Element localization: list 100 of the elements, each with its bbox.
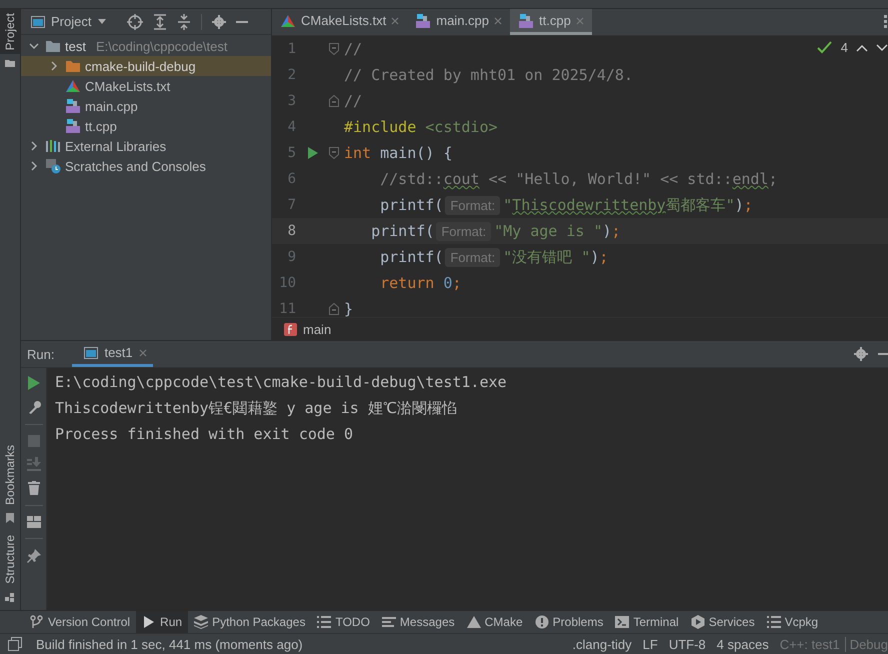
hexagon-play-icon — [690, 615, 705, 629]
inlay-hint: Format: — [445, 248, 500, 266]
play-icon — [142, 615, 156, 629]
panel-label: Run: — [26, 346, 56, 362]
run-icon[interactable] — [28, 376, 40, 390]
check-icon — [816, 40, 833, 54]
fold-icon[interactable] — [329, 43, 339, 55]
folder-path: E:\coding\cppcode\test — [96, 38, 228, 54]
function-icon — [284, 322, 297, 336]
tree-row[interactable]: External Libraries — [21, 136, 271, 156]
layers-icon — [194, 615, 208, 629]
library-icon — [45, 139, 61, 153]
list-icon — [317, 615, 332, 629]
triangle-icon — [65, 79, 81, 93]
tool-tab[interactable]: Python Packages — [188, 611, 312, 633]
tree-row[interactable]: cmake-build-debug — [21, 56, 271, 76]
cpp-file-icon — [415, 14, 432, 28]
layout-icon[interactable] — [26, 516, 40, 528]
lines-icon — [382, 615, 396, 629]
status-message: Build finished in 1 sec, 441 ms (moments ago) — [36, 636, 303, 652]
branch-icon — [30, 615, 44, 629]
window-icon — [31, 16, 45, 28]
close-icon[interactable] — [391, 16, 400, 24]
trash-icon[interactable] — [28, 481, 40, 495]
triangle-icon — [466, 615, 481, 629]
fold-end-icon[interactable] — [329, 95, 339, 107]
view-selector[interactable]: Project — [51, 14, 92, 29]
tree-row[interactable]: test E:\coding\cppcode\test — [21, 36, 271, 56]
line-number: 9 — [286, 249, 296, 265]
caret-icon[interactable] — [97, 18, 108, 24]
line-number: 2 — [286, 67, 296, 83]
pin-icon[interactable] — [26, 549, 40, 563]
window-icon — [84, 346, 98, 358]
tree-row[interactable]: tt.cpp — [21, 116, 271, 136]
folder-icon[interactable] — [5, 58, 15, 68]
cpp-file-icon — [518, 14, 534, 28]
code-text: // — [344, 40, 362, 58]
code-text: } — [344, 300, 354, 317]
list-icon — [766, 615, 781, 629]
tool-window-button[interactable]: Project — [0, 9, 20, 54]
line-number: 8 — [286, 223, 296, 239]
tool-tab[interactable]: Services — [684, 611, 761, 633]
close-icon[interactable] — [138, 348, 147, 356]
code-text: "没有错吧 "); — [503, 248, 608, 266]
settings-icon[interactable] — [212, 14, 226, 28]
tree-row[interactable]: CMakeLists.txt — [21, 76, 271, 96]
code-text: printf( — [379, 248, 444, 266]
line-number: 11 — [278, 301, 296, 317]
tool-tab[interactable]: Version Control — [24, 611, 136, 633]
tool-tab[interactable]: TODO — [311, 611, 376, 633]
locate-icon[interactable] — [127, 14, 144, 30]
line-number: 4 — [286, 119, 296, 135]
more-icon[interactable] — [884, 15, 888, 29]
tool-tab[interactable]: Run — [136, 611, 188, 633]
breadcrumb[interactable]: main — [284, 322, 332, 336]
tool-tab[interactable]: Messages — [376, 611, 461, 633]
inlay-hint: Format: — [436, 222, 492, 240]
tool-tab[interactable]: Vcpkg — [760, 611, 824, 633]
console-line: E:\coding\cppcode\test\cmake-build-debug\test1.exe — [55, 372, 508, 393]
collapse-all-icon[interactable] — [177, 14, 192, 30]
terminal-icon — [615, 615, 630, 629]
tool-tab[interactable]: CMake — [460, 611, 529, 633]
toggle-panel-icon[interactable] — [8, 637, 22, 651]
status-item[interactable]: .clang-tidy — [572, 636, 632, 652]
wrench-icon[interactable] — [26, 400, 40, 414]
tool-window-button[interactable]: Structure — [0, 531, 20, 588]
line-number: 1 — [286, 41, 296, 57]
triangle-icon — [280, 14, 296, 28]
expand-all-icon[interactable] — [153, 14, 168, 30]
tool-tab[interactable]: Terminal — [609, 611, 685, 633]
editor-tab[interactable]: main.cpp — [407, 9, 510, 35]
structure-icon[interactable] — [5, 592, 15, 602]
editor-tab[interactable]: tt.cpp — [510, 9, 592, 35]
line-number: 6 — [286, 171, 296, 187]
tool-tab[interactable]: Problems — [528, 611, 610, 633]
alert-icon — [534, 615, 549, 629]
status-item[interactable]: UTF-8 — [668, 636, 706, 652]
code-text: printf( — [379, 196, 444, 214]
code-text: #include <cstdio> — [344, 118, 498, 136]
status-item[interactable]: LF — [642, 636, 658, 652]
run-icon[interactable] — [308, 147, 318, 159]
editor-tab[interactable]: CMakeLists.txt — [272, 9, 408, 35]
code-text: int main() { — [344, 144, 452, 162]
tree-row[interactable]: Scratches and Consoles — [21, 156, 271, 176]
console-line: Process finished with exit code 0 — [55, 424, 354, 445]
inspection-count[interactable]: 4 — [840, 40, 848, 55]
code-text: return 0; — [379, 274, 462, 292]
fold-end-icon[interactable] — [329, 303, 339, 315]
tool-window-button[interactable]: Bookmarks — [0, 441, 20, 510]
fold-icon[interactable] — [329, 147, 339, 159]
code-text: printf( — [370, 222, 434, 240]
close-icon[interactable] — [494, 16, 502, 24]
folder-icon — [45, 39, 61, 53]
bookmark-icon[interactable] — [5, 513, 15, 524]
settings-icon[interactable] — [854, 347, 868, 361]
status-item[interactable]: 4 spaces — [716, 636, 769, 652]
cpp-file-icon — [65, 119, 81, 133]
tree-row[interactable]: main.cpp — [21, 96, 271, 116]
inlay-hint: Format: — [445, 196, 500, 214]
code-text: // Created by mht01 on 2025/4/8. — [344, 66, 633, 84]
